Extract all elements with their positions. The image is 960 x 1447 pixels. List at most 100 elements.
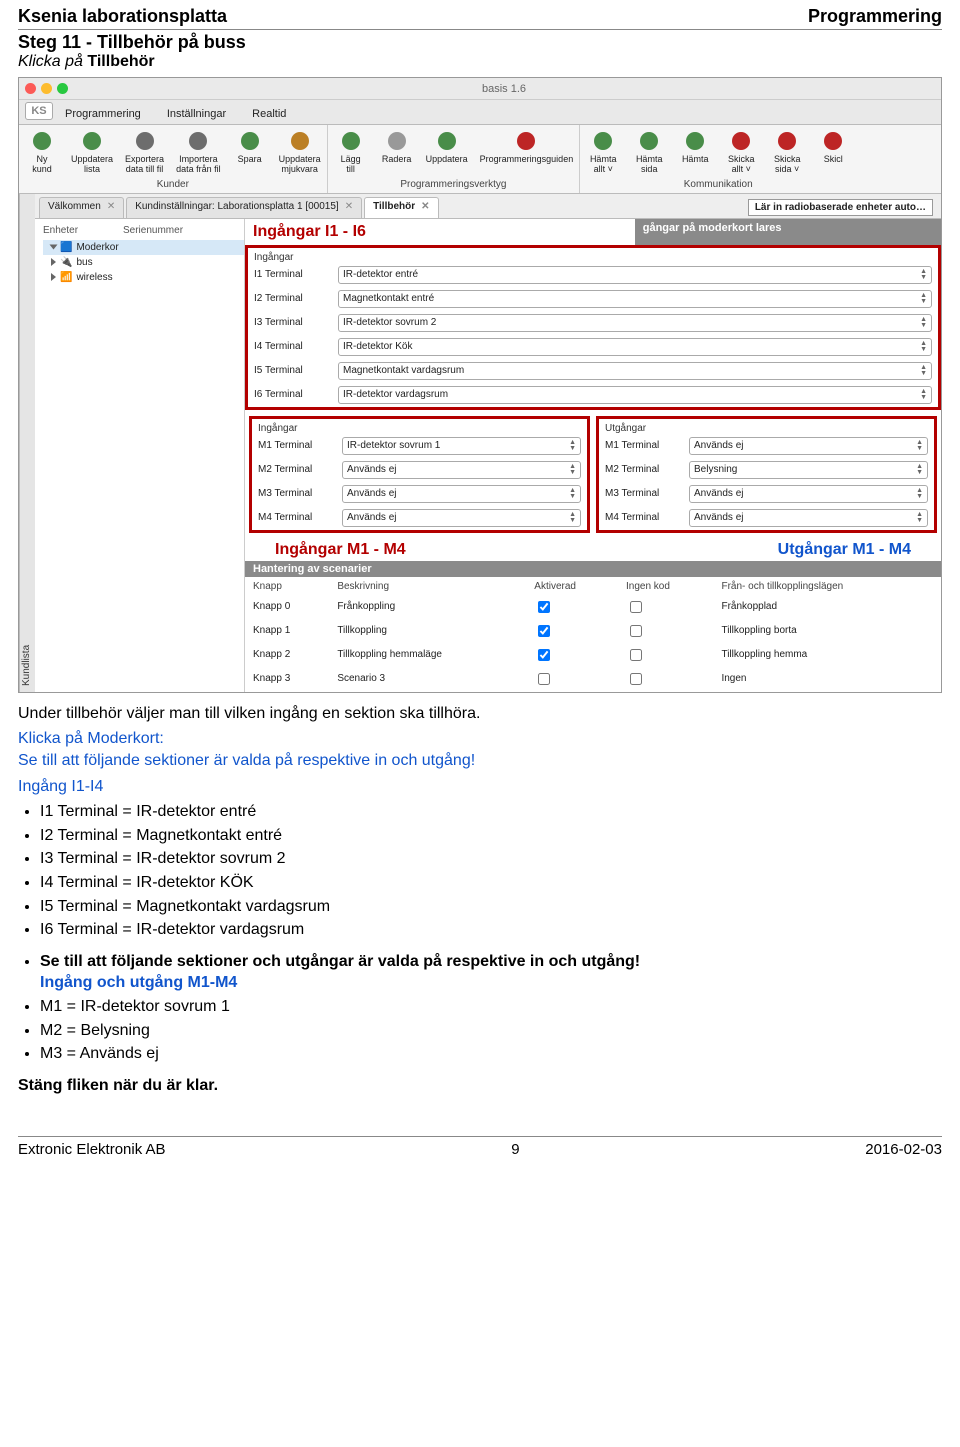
stepper-icon: ▲▼ <box>916 512 923 524</box>
close-icon[interactable]: ✕ <box>107 201 115 212</box>
minimize-icon[interactable] <box>41 83 52 94</box>
terminal-row: M3 TerminalAnvänds ej▲▼ <box>599 482 934 506</box>
table-col: Ingen kod <box>620 579 713 594</box>
terminal-select[interactable]: Används ej▲▼ <box>342 461 581 479</box>
checkbox-ingenkod[interactable] <box>630 625 642 637</box>
export-icon <box>133 129 157 153</box>
terminal-select[interactable]: Används ej▲▼ <box>342 485 581 503</box>
ribbon-btn-trash[interactable]: Radera <box>374 125 420 177</box>
list-item: I2 Terminal = Magnetkontakt entré <box>40 825 942 847</box>
label-ingangar: Ingångar <box>248 248 938 263</box>
terminal-select[interactable]: IR-detektor entré▲▼ <box>338 266 932 284</box>
close-icon[interactable]: ✕ <box>421 201 429 212</box>
terminal-select[interactable]: Används ej▲▼ <box>342 509 581 527</box>
ribbon-btn-down[interactable]: Hämtaallt ˅ <box>580 125 626 177</box>
checkbox-aktiverad[interactable] <box>538 649 550 661</box>
stepper-icon: ▲▼ <box>920 269 927 281</box>
side-tab-kundlista[interactable]: Kundlista <box>19 194 35 692</box>
terminal-label: M2 Terminal <box>605 464 683 475</box>
tab-valkommen[interactable]: Välkommen✕ <box>39 197 124 218</box>
tab-tillbehor[interactable]: Tillbehör✕ <box>364 197 438 218</box>
checkbox-ingenkod[interactable] <box>630 601 642 613</box>
terminal-select[interactable]: IR-detektor sovrum 2▲▼ <box>338 314 932 332</box>
ribbon-btn-gear[interactable]: Uppdateramjukvara <box>273 125 327 177</box>
checkbox-ingenkod[interactable] <box>630 649 642 661</box>
ribbon-btn-up3[interactable]: Skicl <box>810 125 856 177</box>
menu-programmering[interactable]: Programmering <box>59 104 147 124</box>
ribbon-btn-plus[interactable]: Läggtill <box>328 125 374 177</box>
step-subtitle: Klicka på Tillbehör <box>18 53 942 71</box>
person-plus-icon <box>30 129 54 153</box>
ribbon-btn-import[interactable]: Importeradata från fil <box>170 125 227 177</box>
close-icon[interactable] <box>25 83 36 94</box>
close-icon[interactable]: ✕ <box>345 201 353 212</box>
terminal-select[interactable]: IR-detektor sovrum 1▲▼ <box>342 437 581 455</box>
refresh2-icon <box>435 129 459 153</box>
subhead-moderkort: Klicka på Moderkort: Se till att följand… <box>18 728 942 771</box>
table-col: Från- och tillkopplingslägen <box>715 579 939 594</box>
terminal-row: I1 TerminalIR-detektor entré▲▼ <box>248 263 938 287</box>
ribbon-btn-wand[interactable]: Programmeringsguiden <box>474 125 580 177</box>
terminal-select[interactable]: Används ej▲▼ <box>689 509 928 527</box>
terminal-select[interactable]: Belysning▲▼ <box>689 461 928 479</box>
ribbon-btn-up[interactable]: Skickaallt ˅ <box>718 125 764 177</box>
ribbon-btn-label: Skickasida ˅ <box>774 155 801 175</box>
checkbox-aktiverad[interactable] <box>538 673 550 685</box>
ribbon-btn-disk[interactable]: Spara <box>227 125 273 177</box>
table-col: Aktiverad <box>528 579 618 594</box>
menu-realtid[interactable]: Realtid <box>246 104 292 124</box>
tree-node-moderkort[interactable]: 🟦 Moderkor <box>43 240 244 255</box>
gear-icon <box>288 129 312 153</box>
zoom-icon[interactable] <box>57 83 68 94</box>
ribbon-btn-up2[interactable]: Skickasida ˅ <box>764 125 810 177</box>
checkbox-ingenkod[interactable] <box>630 673 642 685</box>
scenario-table: KnappBeskrivningAktiveradIngen kodFrån- … <box>245 577 941 692</box>
stepper-icon: ▲▼ <box>920 389 927 401</box>
tree-node-bus[interactable]: 🔌 bus <box>43 255 244 270</box>
list-ingang-utgang-m: Se till att följande sektioner och utgån… <box>40 951 942 1065</box>
window-titlebar: basis 1.6 <box>19 78 941 100</box>
checkbox-aktiverad[interactable] <box>538 601 550 613</box>
ribbon-btn-person-plus[interactable]: Nykund <box>19 125 65 177</box>
down2-icon <box>637 129 661 153</box>
doc-title-left: Ksenia laborationsplatta <box>18 6 227 27</box>
terminal-label: I5 Terminal <box>254 365 332 376</box>
terminal-label: M2 Terminal <box>258 464 336 475</box>
terminal-select[interactable]: IR-detektor Kök▲▼ <box>338 338 932 356</box>
doc-title-right: Programmering <box>808 6 942 27</box>
menu-installningar[interactable]: Inställningar <box>161 104 232 124</box>
terminal-select[interactable]: IR-detektor vardagsrum▲▼ <box>338 386 932 404</box>
learn-radio-button[interactable]: Lär in radiobaserade enheter auto… <box>748 199 933 216</box>
chevron-right-icon <box>51 258 56 266</box>
stepper-icon: ▲▼ <box>569 464 576 476</box>
step-title: Steg 11 - Tillbehör på buss <box>18 32 942 53</box>
down3-icon <box>683 129 707 153</box>
terminal-select[interactable]: Magnetkontakt entré▲▼ <box>338 290 932 308</box>
ribbon-btn-label: Nykund <box>32 155 52 175</box>
tree-node-wireless[interactable]: 📶 wireless <box>43 270 244 285</box>
terminal-select[interactable]: Används ej▲▼ <box>689 437 928 455</box>
ribbon-btn-refresh2[interactable]: Uppdatera <box>420 125 474 177</box>
terminal-row: I4 TerminalIR-detektor Kök▲▼ <box>248 335 938 359</box>
terminal-row: I3 TerminalIR-detektor sovrum 2▲▼ <box>248 311 938 335</box>
checkbox-aktiverad[interactable] <box>538 625 550 637</box>
window-title: basis 1.6 <box>73 83 935 95</box>
ribbon-btn-refresh[interactable]: Uppdateralista <box>65 125 119 177</box>
section-header-scenarier: Hantering av scenarier <box>245 561 941 577</box>
ribbon-btn-down3[interactable]: Hämta <box>672 125 718 177</box>
tree-col-enheter: Enheter <box>43 225 123 236</box>
wand-icon <box>514 129 538 153</box>
table-col: Beskrivning <box>331 579 526 594</box>
ribbon-btn-label: Uppdateralista <box>71 155 113 175</box>
tab-kundinstallningar[interactable]: Kundinställningar: Laborationsplatta 1 [… <box>126 197 362 218</box>
terminal-label: I2 Terminal <box>254 293 332 304</box>
terminal-select[interactable]: Magnetkontakt vardagsrum▲▼ <box>338 362 932 380</box>
ribbon-btn-label: Importeradata från fil <box>176 155 221 175</box>
ribbon-btn-down2[interactable]: Hämtasida <box>626 125 672 177</box>
terminal-label: I6 Terminal <box>254 389 332 400</box>
terminal-select[interactable]: Används ej▲▼ <box>689 485 928 503</box>
list-item: M1 = IR-detektor sovrum 1 <box>40 996 942 1018</box>
ribbon-btn-label: Programmeringsguiden <box>480 155 574 165</box>
intro-text: Under tillbehör väljer man till vilken i… <box>18 703 942 725</box>
ribbon-btn-export[interactable]: Exporteradata till fil <box>119 125 170 177</box>
